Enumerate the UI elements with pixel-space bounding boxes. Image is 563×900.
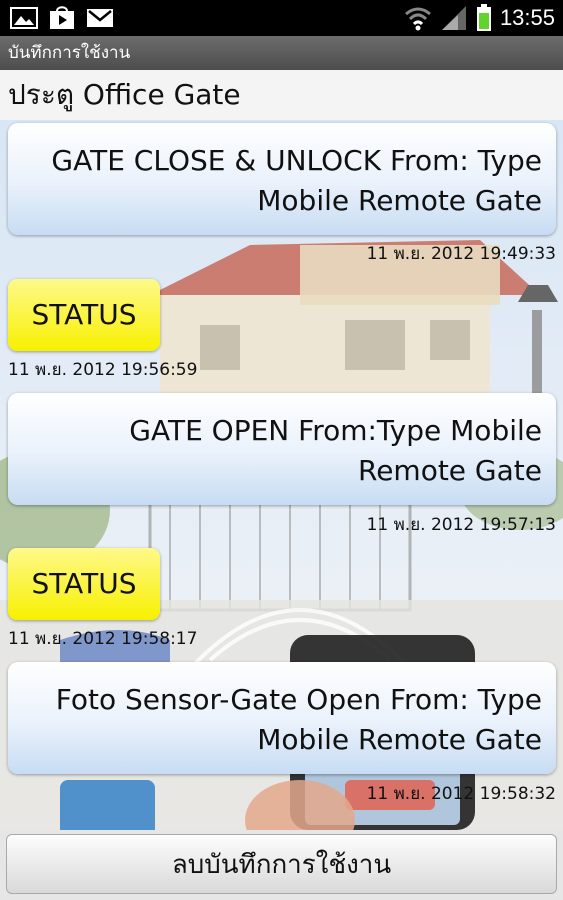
clock: 13:55 bbox=[499, 5, 555, 30]
log-timestamp: 11 พ.ย. 2012 19:58:32 bbox=[366, 784, 556, 804]
notification-icons bbox=[10, 6, 114, 30]
play-store-icon bbox=[50, 6, 74, 29]
log-message-text: GATE CLOSE & UNLOCK From: Type Mobile Re… bbox=[51, 144, 542, 217]
gallery-icon bbox=[10, 7, 38, 29]
status-bar: 13:55 bbox=[0, 0, 563, 36]
gmail-icon bbox=[87, 9, 113, 27]
system-icons: 13:55 bbox=[404, 4, 555, 32]
wifi-icon bbox=[404, 7, 431, 31]
status-badge[interactable]: STATUS bbox=[8, 279, 160, 351]
log-message[interactable]: GATE CLOSE & UNLOCK From: Type Mobile Re… bbox=[8, 123, 556, 235]
bottom-bar: ลบบันทึกการใช้งาน bbox=[0, 830, 563, 900]
log-timestamp: 11 พ.ย. 2012 19:49:33 bbox=[366, 244, 556, 264]
signal-icon bbox=[441, 6, 466, 30]
log-message-text: GATE OPEN From:Type Mobile Remote Gate bbox=[129, 414, 542, 487]
status-badge[interactable]: STATUS bbox=[8, 548, 160, 620]
log-timestamp: 11 พ.ย. 2012 19:58:17 bbox=[8, 629, 198, 649]
log-timestamp: 11 พ.ย. 2012 19:56:59 bbox=[8, 360, 198, 380]
page-title: ประตู Office Gate bbox=[0, 70, 563, 120]
delete-log-button[interactable]: ลบบันทึกการใช้งาน bbox=[6, 834, 557, 894]
log-message[interactable]: GATE OPEN From:Type Mobile Remote Gate bbox=[8, 393, 556, 505]
log-message-text: Foto Sensor-Gate Open From: Type Mobile … bbox=[55, 683, 542, 756]
log-message[interactable]: Foto Sensor-Gate Open From: Type Mobile … bbox=[8, 662, 556, 774]
app-title-bar: บันทึกการใช้งาน bbox=[0, 36, 563, 70]
log-timestamp: 11 พ.ย. 2012 19:57:13 bbox=[366, 515, 556, 535]
battery-icon bbox=[476, 4, 491, 31]
